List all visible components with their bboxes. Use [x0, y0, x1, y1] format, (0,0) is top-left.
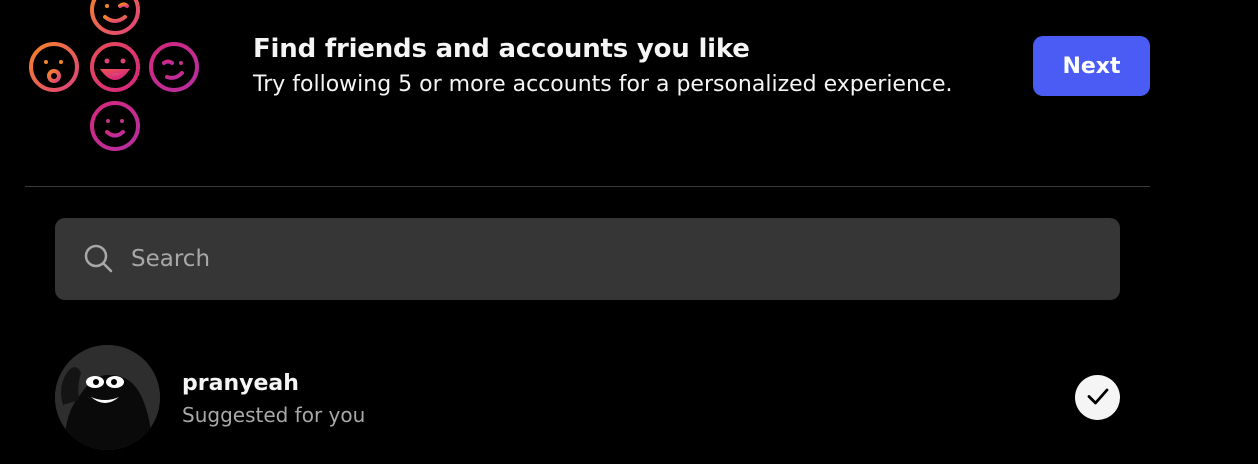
follow-selected-toggle[interactable]: [1075, 375, 1120, 420]
list-item[interactable]: pranyeah Suggested for you: [55, 344, 1120, 454]
page-title: Find friends and accounts you like: [253, 34, 750, 64]
search-bar[interactable]: [55, 217, 1120, 301]
next-button[interactable]: Next: [1033, 36, 1150, 96]
checkmark-icon: [1086, 384, 1110, 412]
search-input[interactable]: [129, 217, 1120, 301]
page-subtitle: Try following 5 or more accounts for a p…: [253, 72, 953, 97]
search-icon: [83, 243, 115, 275]
account-subtitle: Suggested for you: [182, 403, 366, 427]
header-text-block: Find friends and accounts you like Try f…: [253, 34, 953, 97]
avatar[interactable]: [55, 345, 160, 450]
divider: [25, 186, 1150, 187]
emoji-cluster-icon: [29, 0, 199, 151]
onboarding-page: Find friends and accounts you like Try f…: [0, 0, 1258, 464]
account-username[interactable]: pranyeah: [182, 371, 299, 396]
